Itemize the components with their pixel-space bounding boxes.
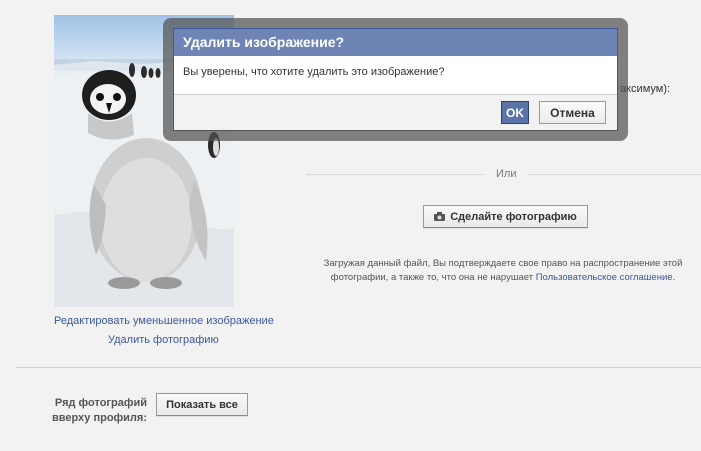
delete-image-dialog: Удалить изображение? Вы уверены, что хот…	[173, 28, 618, 131]
terms-link[interactable]: Пользовательское соглашение	[536, 272, 673, 283]
dialog-footer: OK Отмена	[174, 94, 617, 130]
show-all-button[interactable]: Показать все	[156, 393, 248, 416]
photo-row-label: Ряд фотографий вверху профиля:	[36, 396, 147, 426]
or-label: Или	[496, 168, 517, 180]
section-separator	[16, 367, 701, 368]
divider-left	[306, 174, 484, 175]
dialog-title: Удалить изображение?	[173, 28, 618, 56]
divider-right	[528, 174, 701, 175]
take-photo-label: Сделайте фотографию	[450, 210, 577, 223]
cancel-button[interactable]: Отмена	[539, 101, 606, 124]
upload-disclaimer: Загружая данный файл, Вы подтверждаете с…	[310, 257, 696, 285]
disclaimer-line2: фотографии, а также то, что она не наруш…	[310, 271, 696, 285]
photo-row-label-line1: Ряд фотографий	[54, 397, 147, 409]
edit-thumbnail-link[interactable]: Редактировать уменьшенное изображение	[54, 315, 274, 327]
photo-row-label-line2: вверху профиля:	[51, 412, 147, 424]
disclaimer-line1: Загружая данный файл, Вы подтверждаете с…	[323, 258, 683, 269]
take-photo-button[interactable]: Сделайте фотографию	[423, 205, 588, 228]
disclaimer-line2-suffix: .	[672, 272, 676, 283]
camera-icon	[434, 212, 446, 221]
disclaimer-line2-prefix: фотографии, а также то, что она не наруш…	[330, 272, 536, 283]
delete-image-dialog-frame: Удалить изображение? Вы уверены, что хот…	[163, 18, 628, 141]
ok-button[interactable]: OK	[501, 101, 529, 124]
delete-photo-link[interactable]: Удалить фотографию	[108, 334, 219, 346]
dialog-message: Вы уверены, что хотите удалить это изобр…	[183, 66, 445, 78]
